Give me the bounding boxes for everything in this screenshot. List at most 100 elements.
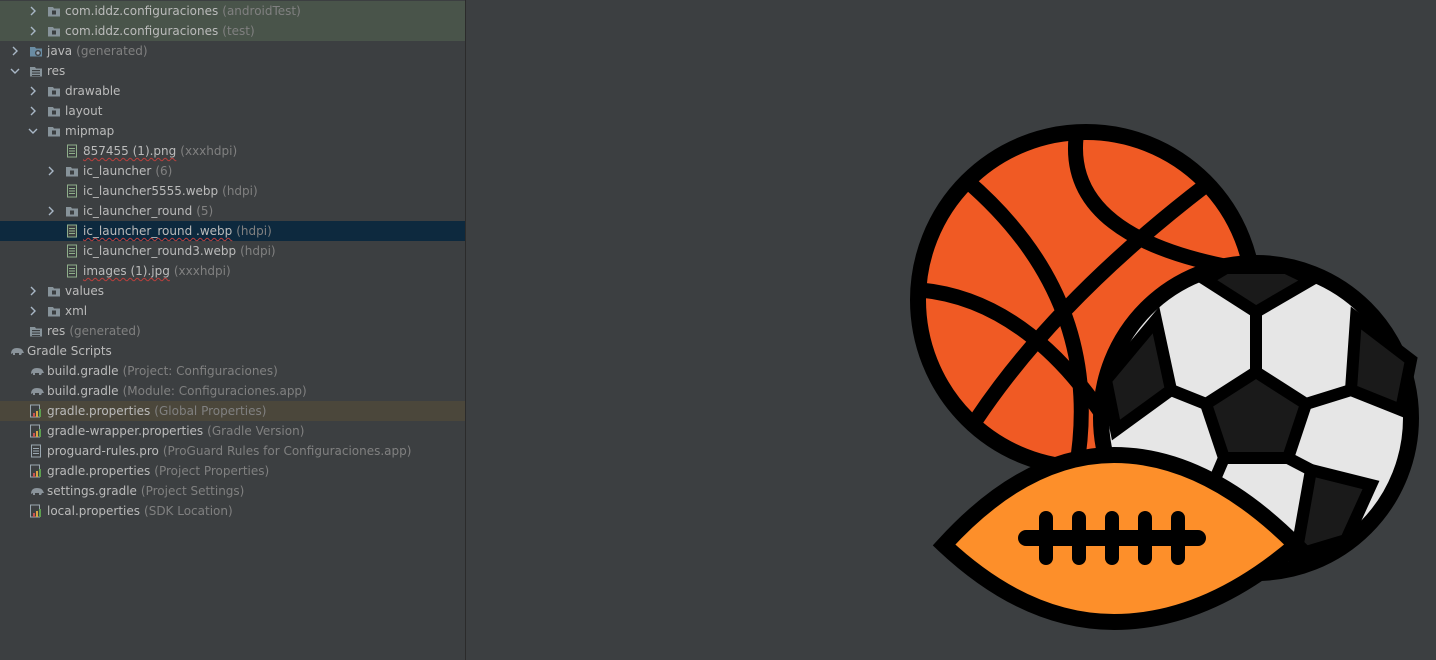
tree-row[interactable]: com.iddz.configuraciones (test) xyxy=(0,21,465,41)
folder-icon xyxy=(47,104,61,118)
gradle-elephant-icon xyxy=(29,484,44,498)
tree-row[interactable]: local.properties (SDK Location) xyxy=(0,501,465,521)
file-hint: (hdpi) xyxy=(222,184,258,198)
tree-row[interactable]: gradle-wrapper.properties (Gradle Version… xyxy=(0,421,465,441)
tree-row[interactable]: build.gradle (Module: Configuraciones.app… xyxy=(0,381,465,401)
res-folder-icon xyxy=(29,64,43,78)
tree-row[interactable]: build.gradle (Project: Configuraciones) xyxy=(0,361,465,381)
file-hint: (generated) xyxy=(69,324,141,338)
folder-icon xyxy=(47,124,61,138)
tree-row-label: res (generated) xyxy=(47,321,141,341)
tree-row-label: layout xyxy=(65,101,102,121)
tree-row-label: gradle.properties (Global Properties) xyxy=(47,401,266,421)
gradle-elephant-icon xyxy=(29,384,44,398)
tree-row[interactable]: drawable xyxy=(0,81,465,101)
tree-row-label: local.properties (SDK Location) xyxy=(47,501,233,521)
tree-row[interactable]: settings.gradle (Project Settings) xyxy=(0,481,465,501)
chevron-right-icon[interactable] xyxy=(27,21,39,41)
tree-row[interactable]: res xyxy=(0,61,465,81)
file-name: com.iddz.configuraciones xyxy=(65,24,219,38)
tree-row[interactable]: Gradle Scripts xyxy=(0,341,465,361)
text-file-icon xyxy=(29,444,43,458)
tree-row[interactable]: java (generated) xyxy=(0,41,465,61)
file-name: proguard-rules.pro xyxy=(47,444,159,458)
image-file-icon xyxy=(65,184,79,198)
file-name: gradle-wrapper.properties xyxy=(47,424,204,438)
file-hint: (hdpi) xyxy=(236,224,272,238)
chevron-right-icon[interactable] xyxy=(27,301,39,321)
tree-row-label: 857455 (1).png (xxxhdpi) xyxy=(83,141,237,161)
tree-row-label: xml xyxy=(65,301,87,321)
file-name: values xyxy=(65,284,105,298)
project-tree-panel[interactable]: com.iddz.configuraciones (androidTest) com… xyxy=(0,0,466,660)
properties-file-icon xyxy=(29,404,43,418)
file-name: gradle.properties xyxy=(47,404,151,418)
file-name: ic_launcher_round3.webp xyxy=(83,244,237,258)
file-hint: (test) xyxy=(222,24,255,38)
tree-row[interactable]: res (generated) xyxy=(0,321,465,341)
chevron-right-icon[interactable] xyxy=(27,101,39,121)
file-hint: (xxxhdpi) xyxy=(180,144,238,158)
tree-row-label: settings.gradle (Project Settings) xyxy=(47,481,244,501)
file-hint: (5) xyxy=(196,204,214,218)
tree-row[interactable]: proguard-rules.pro (ProGuard Rules for Co… xyxy=(0,441,465,461)
file-name: ic_launcher_round xyxy=(83,204,193,218)
tree-row[interactable]: ic_launcher5555.webp (hdpi) xyxy=(0,181,465,201)
tree-row[interactable]: ic_launcher_round (5) xyxy=(0,201,465,221)
properties-file-icon xyxy=(29,504,43,518)
file-hint: (Project: Configuraciones) xyxy=(122,364,278,378)
tree-row[interactable]: com.iddz.configuraciones (androidTest) xyxy=(0,1,465,21)
folder-icon xyxy=(47,284,61,298)
file-name: com.iddz.configuraciones xyxy=(65,4,219,18)
file-hint: (Project Properties) xyxy=(154,464,270,478)
tree-row[interactable]: ic_launcher_round3.webp (hdpi) xyxy=(0,241,465,261)
image-file-icon xyxy=(65,264,79,278)
chevron-right-icon[interactable] xyxy=(45,201,57,221)
chevron-right-icon[interactable] xyxy=(9,41,21,61)
file-hint: (hdpi) xyxy=(240,244,276,258)
tree-row[interactable]: mipmap xyxy=(0,121,465,141)
properties-file-icon xyxy=(29,464,43,478)
chevron-down-icon[interactable] xyxy=(0,341,1,361)
tree-row[interactable]: 857455 (1).png (xxxhdpi) xyxy=(0,141,465,161)
generated-folder-icon xyxy=(29,44,43,58)
tree-row[interactable]: gradle.properties (Global Properties) xyxy=(0,401,465,421)
tree-row[interactable]: ic_launcher (6) xyxy=(0,161,465,181)
folder-icon xyxy=(47,304,61,318)
tree-row[interactable]: values xyxy=(0,281,465,301)
tree-row-label: gradle-wrapper.properties (Gradle Version… xyxy=(47,421,304,441)
tree-row[interactable]: gradle.properties (Project Properties) xyxy=(0,461,465,481)
file-name: 857455 (1).png xyxy=(83,144,177,158)
file-name: layout xyxy=(65,104,103,118)
tree-row-label: values xyxy=(65,281,104,301)
file-name: ic_launcher_round .webp xyxy=(83,224,233,238)
file-hint: (Project Settings) xyxy=(140,484,245,498)
tree-row[interactable]: layout xyxy=(0,101,465,121)
chevron-right-icon[interactable] xyxy=(45,161,57,181)
chevron-right-icon[interactable] xyxy=(27,281,39,301)
folder-icon xyxy=(47,4,61,18)
tree-row[interactable]: images (1).jpg (xxxhdpi) xyxy=(0,261,465,281)
image-file-icon xyxy=(65,244,79,258)
tree-row-label: gradle.properties (Project Properties) xyxy=(47,461,269,481)
tree-row[interactable]: xml xyxy=(0,301,465,321)
tree-row-label: ic_launcher_round (5) xyxy=(83,201,213,221)
tree-row-label: com.iddz.configuraciones (androidTest) xyxy=(65,1,301,21)
folder-icon xyxy=(65,204,79,218)
chevron-right-icon[interactable] xyxy=(27,81,39,101)
tree-row-label: mipmap xyxy=(65,121,114,141)
file-name: java xyxy=(47,44,73,58)
chevron-down-icon[interactable] xyxy=(27,121,39,141)
file-hint: (6) xyxy=(155,164,173,178)
tree-row-label: images (1).jpg (xxxhdpi) xyxy=(83,261,231,281)
tree-row[interactable]: ic_launcher_round .webp (hdpi) xyxy=(0,221,465,241)
image-preview-editor xyxy=(466,0,1436,660)
chevron-right-icon[interactable] xyxy=(27,1,39,21)
chevron-down-icon[interactable] xyxy=(9,61,21,81)
folder-icon xyxy=(47,84,61,98)
file-hint: (ProGuard Rules for Configuraciones.app) xyxy=(162,444,412,458)
file-hint: (Global Properties) xyxy=(154,404,267,418)
gradle-elephant-icon xyxy=(9,344,24,358)
file-hint: (Module: Configuraciones.app) xyxy=(122,384,307,398)
gradle-elephant-icon xyxy=(29,364,44,378)
